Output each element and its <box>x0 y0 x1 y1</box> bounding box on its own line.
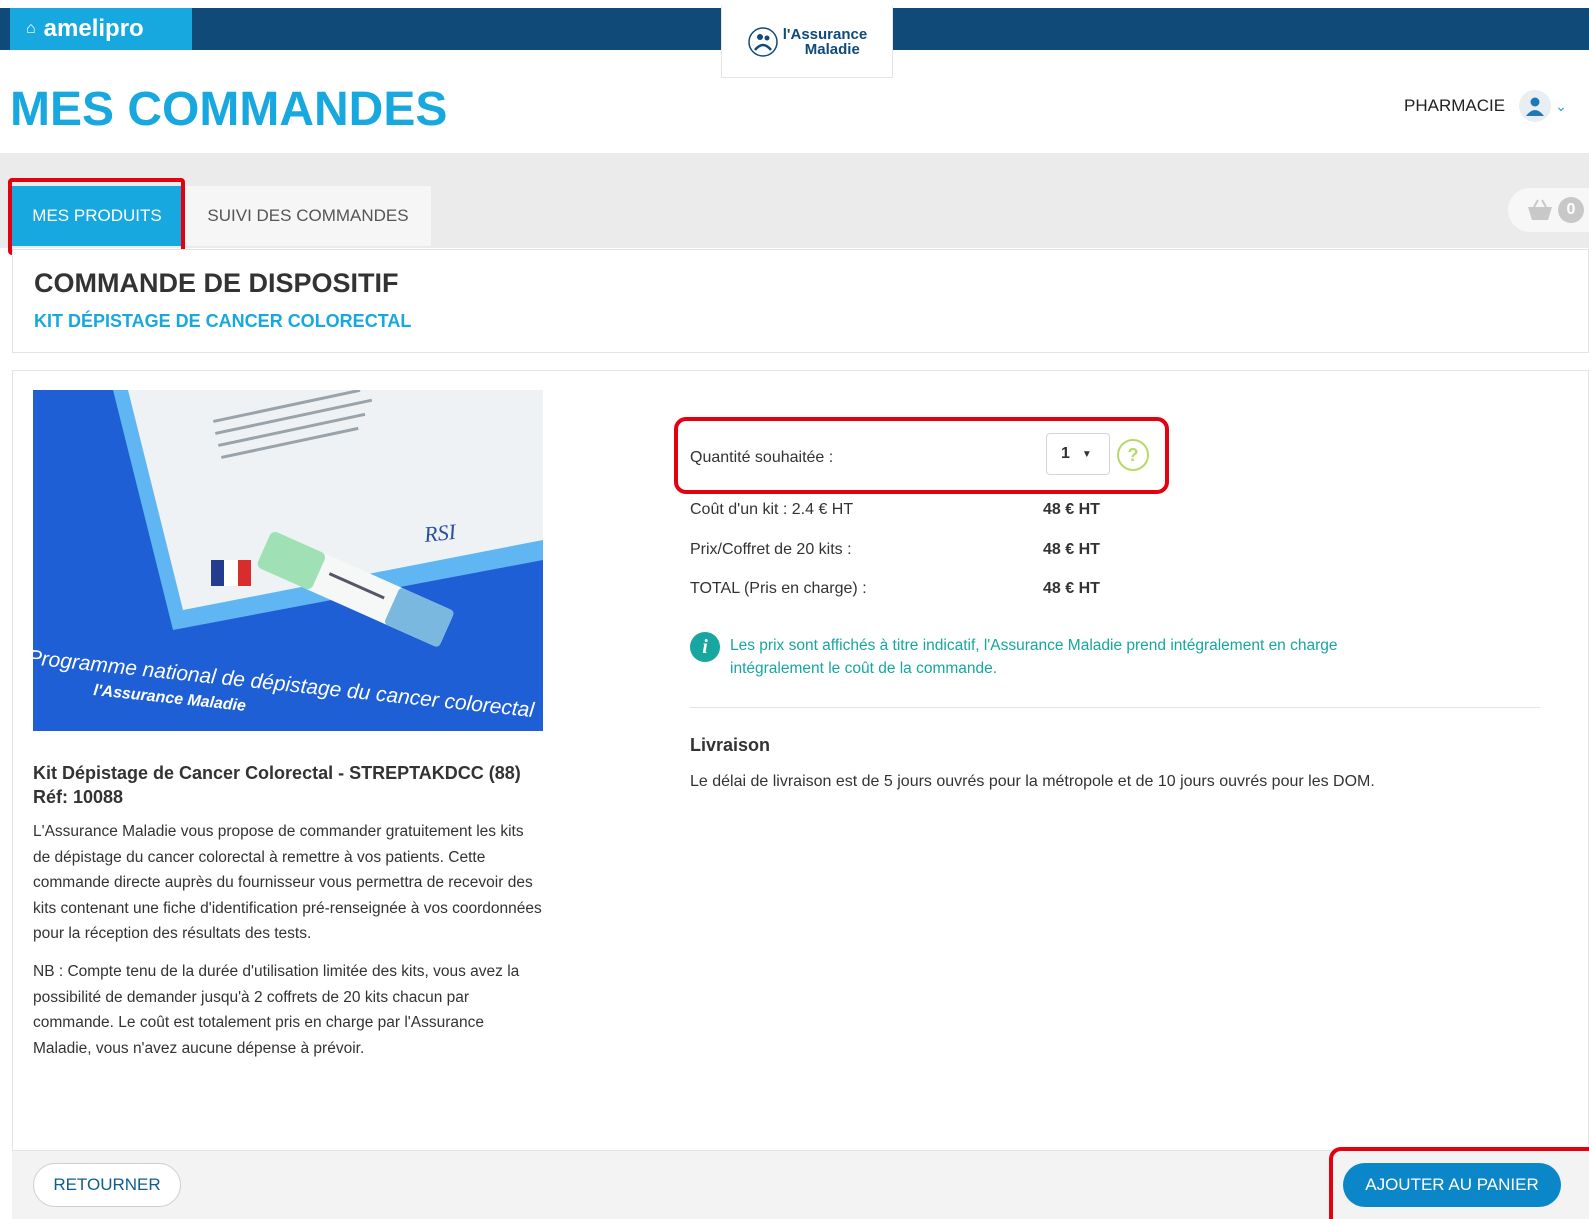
section-subtitle: KIT DÉPISTAGE DE CANCER COLORECTAL <box>34 311 412 331</box>
highlight-box-tab <box>8 178 185 255</box>
cart-button[interactable]: 0 <box>1508 188 1589 232</box>
back-button[interactable]: RETOURNER <box>33 1163 181 1207</box>
home-icon: ⌂ <box>26 20 36 37</box>
unit-cost-label: Coût d'un kit : 2.4 € HT <box>690 501 854 518</box>
product-description: L'Assurance Maladie vous propose de comm… <box>33 819 543 1073</box>
delivery-title: Livraison <box>690 735 771 755</box>
product-description-p2: NB : Compte tenu de la durée d'utilisati… <box>33 962 520 1057</box>
chevron-down-icon: ⌄ <box>1555 97 1567 114</box>
total-value: 48 € HT <box>1043 580 1100 597</box>
basket-icon <box>1528 199 1552 220</box>
highlight-box-add-to-cart <box>1329 1147 1589 1219</box>
unit-cost-value: 48 € HT <box>1043 501 1100 518</box>
tab-suivi-des-commandes[interactable]: SUIVI DES COMMANDES <box>185 186 431 246</box>
box-price-label: Prix/Coffret de 20 kits : <box>690 541 852 558</box>
page-title: MES COMMANDES <box>10 83 448 136</box>
logo-line2: Maladie <box>804 40 860 58</box>
section-heading-card <box>12 249 1589 353</box>
assurance-maladie-emblem-icon <box>748 26 778 57</box>
delivery-text: Le délai de livraison est de 5 jours ouv… <box>690 773 1375 790</box>
assurance-maladie-logo[interactable]: l'Assurance Maladie <box>721 6 893 78</box>
amelipro-brand-link[interactable]: ⌂ amelipro <box>10 8 192 50</box>
logo-line1: l'Assurance <box>782 25 868 43</box>
divider <box>690 707 1540 708</box>
box-price-value: 48 € HT <box>1043 541 1100 558</box>
product-image: RSI Programme national de dépistage du c… <box>33 390 543 731</box>
product-description-p1: L'Assurance Maladie vous propose de comm… <box>33 823 542 943</box>
total-label: TOTAL (Pris en charge) : <box>690 580 867 597</box>
section-title: COMMANDE DE DISPOSITIF <box>34 268 399 298</box>
svg-text:RSI: RSI <box>422 519 459 547</box>
product-title: Kit Dépistage de Cancer Colorectal - STR… <box>33 763 521 807</box>
info-icon: i <box>690 632 720 662</box>
user-name: PHARMACIE <box>1404 96 1506 115</box>
brand-name: amelipro <box>43 15 144 42</box>
highlight-box-quantity <box>674 417 1169 494</box>
user-menu[interactable]: PHARMACIE ⌄ <box>1356 86 1589 126</box>
price-info-text: Les prix sont affichés à titre indicatif… <box>730 637 1338 677</box>
user-icon <box>1519 90 1552 122</box>
cart-count-badge: 0 <box>1558 197 1584 223</box>
